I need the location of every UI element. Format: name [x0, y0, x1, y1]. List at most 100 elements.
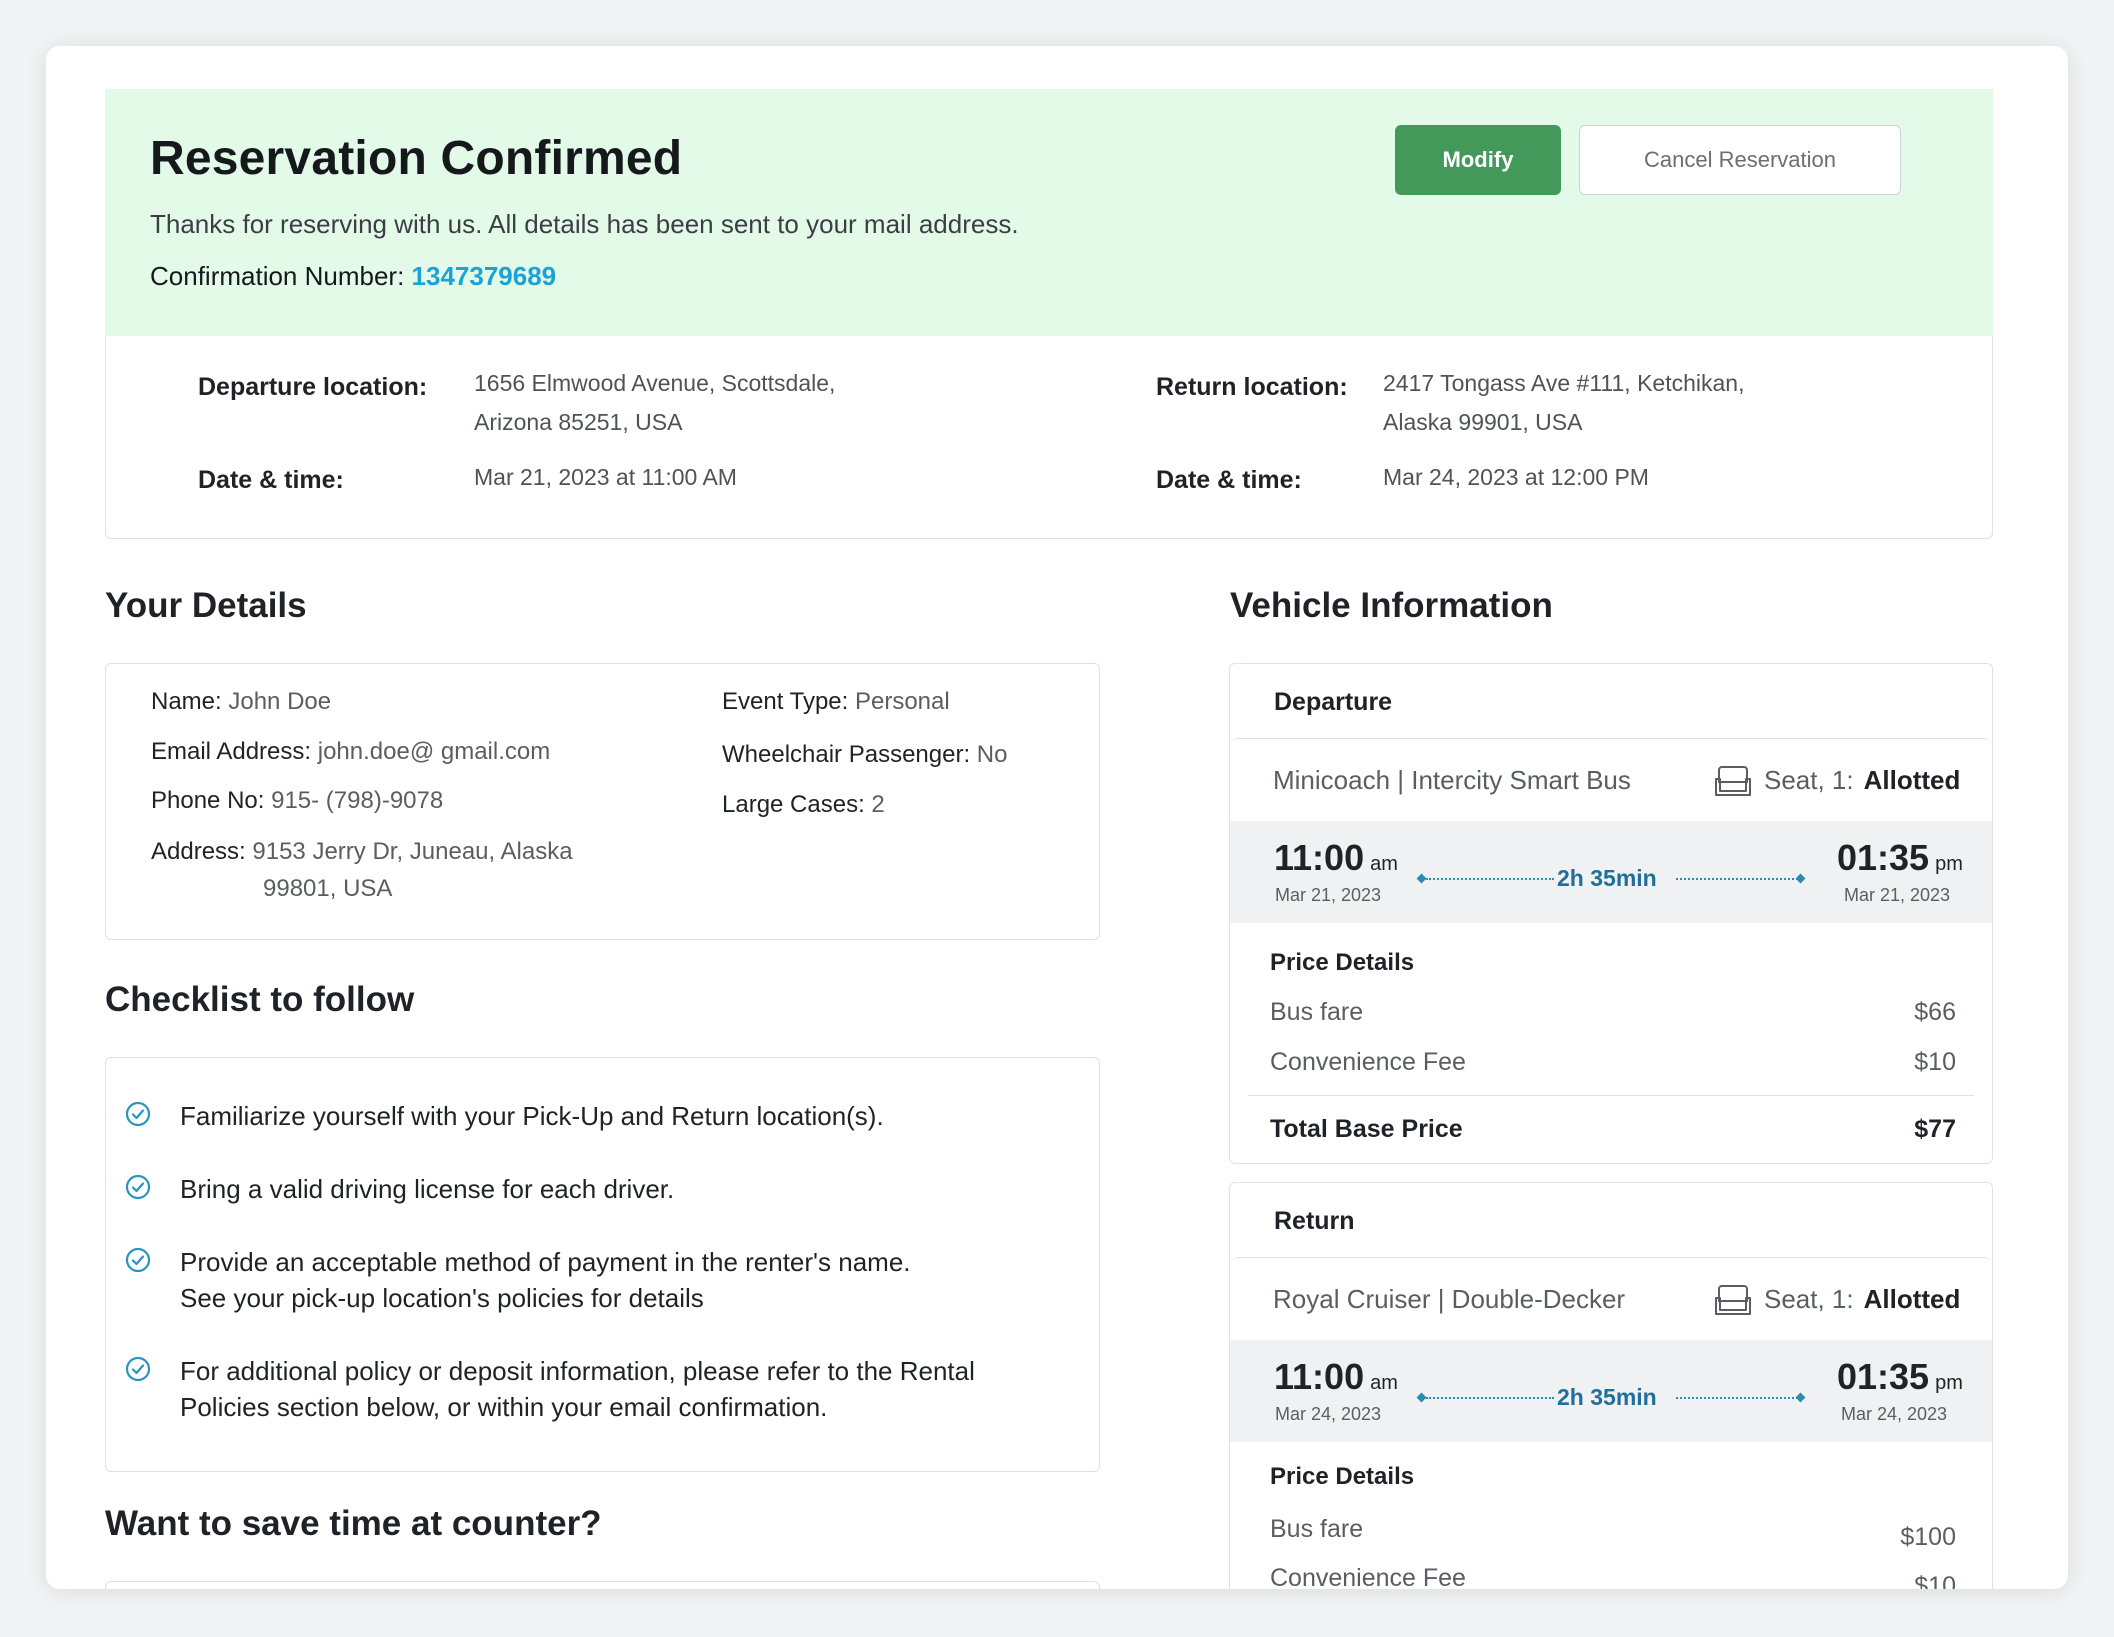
- route-end-dot: [1795, 873, 1806, 884]
- departure-location-label: Departure location:: [198, 373, 428, 401]
- detail-address-label: Address:: [151, 838, 246, 865]
- departure-fare-amount: $66: [1914, 998, 1956, 1026]
- return-datetime: Mar 24, 2023 at 12:00 PM: [1383, 464, 1649, 490]
- departure-heading: Departure: [1274, 688, 1393, 716]
- page-title: Reservation Confirmed: [150, 132, 683, 185]
- save-time-card: [105, 1581, 1100, 1589]
- return-start-ampm: am: [1370, 1372, 1398, 1394]
- return-start-time-value: 11:00: [1274, 1356, 1365, 1397]
- return-address-line2: Alaska 99901, USA: [1383, 409, 1583, 435]
- checklist-text: Familiarize yourself with your Pick-Up a…: [180, 1098, 1060, 1134]
- return-time-band: 11:00 am Mar 24, 2023 2h 35min 01:35 pm Ma…: [1230, 1340, 1992, 1442]
- detail-address-line1: 9153 Jerry Dr, Juneau, Alaska: [252, 838, 573, 865]
- route-line-right: [1676, 1397, 1798, 1399]
- return-start-date: Mar 24, 2023: [1275, 1404, 1382, 1424]
- departure-seat: Seat, 1: Allotted: [1764, 765, 1960, 796]
- return-datetime-label: Date & time:: [1156, 466, 1302, 494]
- departure-end-ampm: pm: [1935, 853, 1963, 875]
- departure-duration: 2h 35min: [1557, 865, 1657, 891]
- return-vehicle-name: Royal Cruiser | Double-Decker: [1273, 1284, 1626, 1314]
- detail-phone-label: Phone No:: [151, 787, 265, 814]
- check-circle-icon: [125, 1356, 151, 1382]
- detail-email-value: john.doe@ gmail.com: [317, 738, 551, 765]
- checklist-text: Bring a valid driving license for each d…: [180, 1171, 1060, 1207]
- check-circle-icon: [125, 1101, 151, 1127]
- return-vehicle-row: Royal Cruiser | Double-Decker Seat, 1: Al…: [1230, 1257, 1992, 1339]
- return-seat-status: Allotted: [1863, 1284, 1961, 1314]
- departure-address-line2: Arizona 85251, USA: [474, 409, 683, 435]
- departure-vehicle-name: Minicoach | Intercity Smart Bus: [1273, 765, 1631, 795]
- detail-name: Name: John Doe: [151, 688, 331, 716]
- departure-start-time-value: 11:00: [1274, 837, 1365, 878]
- return-seat-label: Seat, 1:: [1764, 1284, 1854, 1314]
- return-vehicle-card: Return Royal Cruiser | Double-Decker Sea…: [1229, 1182, 1993, 1589]
- locations-panel: Departure location: 1656 Elmwood Avenue,…: [105, 336, 1993, 539]
- detail-wheelchair: Wheelchair Passenger: No: [722, 741, 1007, 769]
- departure-fee-row: Convenience Fee $10: [1270, 1048, 1956, 1077]
- detail-email: Email Address: john.doe@ gmail.com: [151, 738, 550, 766]
- departure-time-band: 11:00 am Mar 21, 2023 2h 35min 01:35 pm Ma…: [1230, 821, 1992, 923]
- confirmation-label: Confirmation Number:: [150, 261, 405, 291]
- save-time-title: Want to save time at counter?: [105, 1504, 602, 1543]
- departure-fare-label: Bus fare: [1270, 998, 1364, 1026]
- departure-start-time: 11:00 am: [1274, 837, 1398, 879]
- checklist-text: For additional policy or deposit informa…: [180, 1353, 1060, 1425]
- departure-fare-row: Bus fare $66: [1270, 998, 1956, 1027]
- departure-start-date: Mar 21, 2023: [1275, 885, 1382, 905]
- detail-email-label: Email Address:: [151, 738, 312, 765]
- return-seat: Seat, 1: Allotted: [1764, 1284, 1960, 1315]
- route-line-left: [1426, 878, 1554, 880]
- departure-seat-status: Allotted: [1863, 765, 1961, 795]
- departure-seat-label: Seat, 1:: [1764, 765, 1854, 795]
- departure-total-amount: $77: [1914, 1115, 1956, 1143]
- return-fare-label: Bus fare: [1270, 1515, 1364, 1543]
- detail-event-label: Event Type:: [722, 688, 849, 715]
- return-fee-row: Convenience Fee $10: [1270, 1564, 1956, 1589]
- detail-address-line2: 99801, USA: [263, 875, 393, 902]
- price-divider: [1248, 1095, 1974, 1096]
- modify-button[interactable]: Modify: [1395, 125, 1561, 195]
- detail-event: Event Type: Personal: [722, 688, 950, 716]
- return-end-ampm: pm: [1935, 1372, 1963, 1394]
- return-fee-amount: $10: [1914, 1572, 1956, 1589]
- return-end-date: Mar 24, 2023: [1841, 1404, 1948, 1424]
- departure-total-row: Total Base Price $77: [1270, 1115, 1956, 1144]
- route-start-dot: [1416, 873, 1427, 884]
- checklist-line: Familiarize yourself with your Pick-Up a…: [180, 1101, 884, 1131]
- route-end-dot: [1795, 1392, 1806, 1403]
- return-start-time: 11:00 am: [1274, 1356, 1398, 1398]
- departure-address-line1: 1656 Elmwood Avenue, Scottsdale,: [474, 370, 836, 396]
- detail-name-value: John Doe: [228, 688, 332, 715]
- departure-fee-label: Convenience Fee: [1270, 1048, 1466, 1076]
- checklist-line: See your pick-up location's policies for…: [180, 1283, 704, 1313]
- reservation-card: Reservation Confirmed Thanks for reservi…: [46, 46, 2068, 1589]
- detail-phone-value: 915- (798)-9078: [271, 787, 444, 814]
- cancel-reservation-button[interactable]: Cancel Reservation: [1579, 125, 1901, 195]
- departure-end-date: Mar 21, 2023: [1844, 885, 1951, 905]
- checklist-line: Bring a valid driving license for each d…: [180, 1174, 675, 1204]
- checklist-text: Provide an acceptable method of payment …: [180, 1244, 1060, 1316]
- checklist-card: Familiarize yourself with your Pick-Up a…: [105, 1057, 1100, 1472]
- seat-icon: [1715, 1285, 1751, 1315]
- seat-icon: [1715, 766, 1751, 796]
- checklist-line: For additional policy or deposit informa…: [180, 1356, 975, 1386]
- your-details-card: Name: John Doe Email Address: john.doe@ …: [105, 663, 1100, 940]
- detail-name-label: Name:: [151, 688, 222, 715]
- your-details-title: Your Details: [105, 586, 307, 625]
- detail-wheelchair-value: No: [976, 741, 1008, 768]
- return-fare-row: Bus fare $100: [1270, 1515, 1956, 1551]
- confirmation-banner: Reservation Confirmed Thanks for reservi…: [105, 89, 1993, 336]
- banner-subtitle: Thanks for reserving with us. All detail…: [150, 209, 1019, 239]
- detail-cases-label: Large Cases:: [722, 791, 865, 818]
- departure-vehicle-card: Departure Minicoach | Intercity Smart Bu…: [1229, 663, 1993, 1164]
- return-fee-label: Convenience Fee: [1270, 1564, 1466, 1589]
- departure-price-title: Price Details: [1270, 949, 1415, 976]
- departure-fee-amount: $10: [1914, 1048, 1956, 1076]
- detail-phone: Phone No: 915- (798)-9078: [151, 787, 443, 815]
- checklist-line: Policies section below, or within your e…: [180, 1392, 828, 1422]
- detail-event-value: Personal: [854, 688, 950, 715]
- return-end-time-value: 01:35: [1837, 1356, 1930, 1397]
- route-line-right: [1676, 878, 1798, 880]
- confirmation-number[interactable]: 1347379689: [412, 261, 557, 291]
- return-end-time: 01:35 pm: [1837, 1356, 1963, 1398]
